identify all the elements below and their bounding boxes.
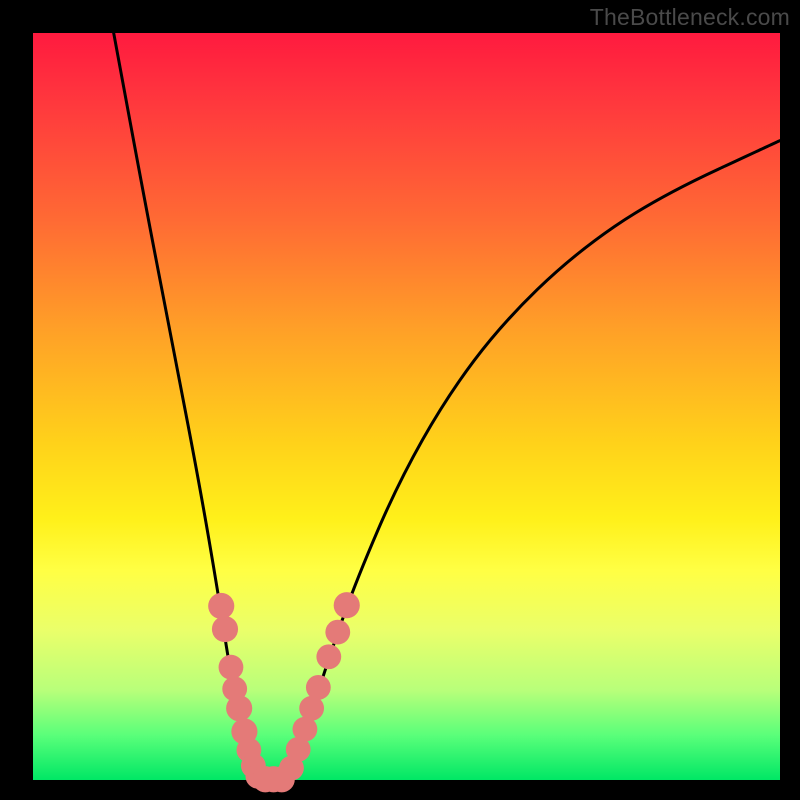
- data-dot: [316, 644, 341, 669]
- curve-group: [114, 33, 780, 779]
- curve-svg: [33, 33, 780, 780]
- watermark-text: TheBottleneck.com: [590, 4, 790, 31]
- data-dot: [306, 675, 331, 700]
- data-dot: [212, 616, 238, 642]
- data-dot: [219, 655, 244, 680]
- data-dot: [334, 592, 360, 618]
- dots-group: [208, 592, 360, 792]
- curve-right-branch: [288, 141, 780, 779]
- outer-frame: TheBottleneck.com: [0, 0, 800, 800]
- data-dot: [226, 695, 252, 721]
- data-dot: [325, 620, 350, 645]
- plot-area: [33, 33, 780, 780]
- data-dot: [208, 593, 234, 619]
